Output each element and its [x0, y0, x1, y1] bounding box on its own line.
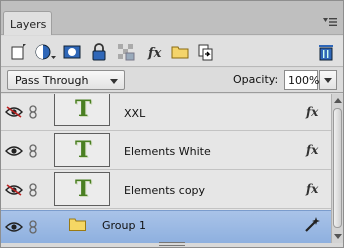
lock-transparent-icon[interactable] [117, 43, 135, 61]
lock-all-icon[interactable] [90, 43, 108, 61]
text-layer-thumbnail[interactable]: T [54, 133, 110, 167]
text-layer-thumbnail[interactable]: T [54, 172, 110, 206]
layer-style-fx-icon[interactable]: fx [146, 43, 164, 61]
layer-row[interactable]: T XXL fx [1, 94, 331, 131]
layer-row-selected[interactable]: Group 1 [1, 210, 331, 243]
link-layers-icon[interactable] [196, 43, 214, 61]
adjustment-layer-icon[interactable] [35, 43, 57, 61]
layer-list: T XXL fx T Elements White fx T Elements … [1, 94, 331, 243]
visibility-eye-icon[interactable] [5, 145, 23, 157]
link-icon[interactable] [28, 105, 38, 119]
scroll-down-arrow-icon[interactable] [334, 234, 342, 239]
visibility-hidden-icon[interactable] [5, 184, 23, 196]
panel-menu-icon[interactable] [323, 17, 337, 27]
chevron-down-icon [324, 78, 332, 83]
opacity-label: Opacity: [233, 73, 279, 86]
resize-grip-icon[interactable] [159, 242, 185, 246]
layer-name[interactable]: XXL [124, 107, 145, 120]
link-icon[interactable] [28, 183, 38, 197]
layer-name[interactable]: Elements White [124, 145, 211, 158]
tab-layers[interactable]: Layers [3, 11, 52, 35]
new-group-icon[interactable] [171, 43, 189, 61]
layer-row[interactable]: T Elements copy fx [1, 171, 331, 209]
visibility-hidden-icon[interactable] [5, 106, 23, 118]
link-icon[interactable] [28, 144, 38, 158]
folder-icon [69, 218, 86, 231]
layer-name[interactable]: Group 1 [102, 219, 146, 232]
chevron-down-icon [110, 79, 118, 84]
scroll-up-arrow-icon[interactable] [334, 98, 342, 103]
text-layer-thumbnail[interactable]: T [54, 94, 110, 126]
scrollbar-thumb[interactable] [333, 108, 342, 228]
layer-mask-icon[interactable] [63, 43, 81, 61]
panel-titlebar: Layers [1, 1, 343, 35]
visibility-eye-icon[interactable] [5, 221, 23, 233]
delete-layer-icon[interactable] [317, 43, 335, 61]
layers-panel: Layers fx Pass Through Opacity: 100% T X… [0, 0, 344, 248]
layer-options-bar: Pass Through Opacity: 100% [1, 68, 343, 93]
new-layer-icon[interactable] [10, 43, 28, 61]
layer-style-fx-icon[interactable]: fx [306, 182, 318, 196]
layers-toolbar: fx [1, 36, 343, 67]
blend-mode-dropdown[interactable]: Pass Through [7, 70, 125, 90]
layer-list-scrollbar[interactable] [331, 94, 343, 243]
svg-text:fx: fx [147, 46, 162, 61]
layer-style-fx-icon[interactable]: fx [306, 105, 318, 119]
magic-wand-icon[interactable] [303, 215, 321, 233]
layer-row[interactable]: T Elements White fx [1, 132, 331, 170]
opacity-dropdown-button[interactable] [319, 70, 337, 90]
opacity-input[interactable]: 100% [284, 70, 319, 90]
link-icon[interactable] [28, 220, 38, 234]
layer-style-fx-icon[interactable]: fx [306, 143, 318, 157]
layer-name[interactable]: Elements copy [124, 184, 205, 197]
blend-mode-value: Pass Through [15, 74, 89, 87]
